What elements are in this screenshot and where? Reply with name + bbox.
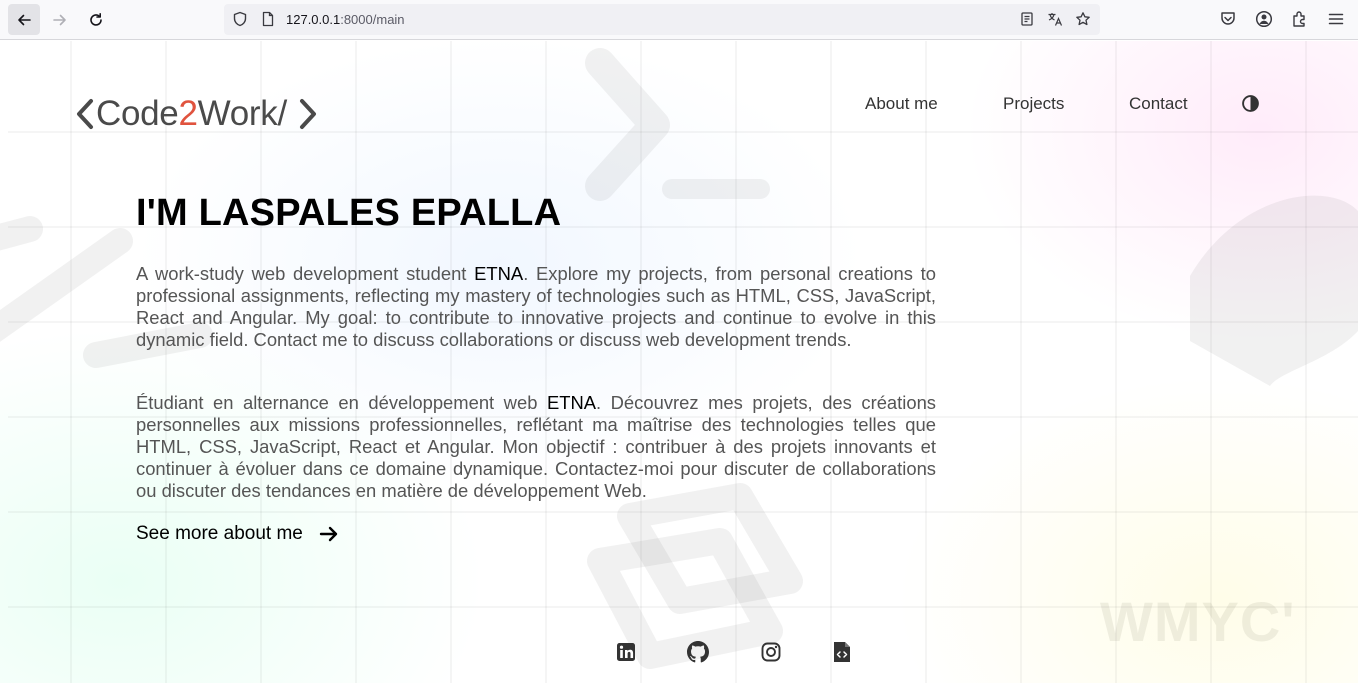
intro-paragraph-fr: Étudiant en alternance en développement …	[136, 392, 936, 501]
translate-icon[interactable]	[1047, 11, 1063, 27]
arrow-left-icon	[18, 14, 31, 25]
github-icon	[687, 641, 709, 663]
theme-toggle-icon[interactable]	[1241, 94, 1260, 113]
background-decoration	[0, 48, 1358, 669]
forward-button[interactable]	[44, 4, 76, 35]
nav-projects[interactable]: Projects	[1003, 94, 1064, 114]
logo-text-work: Work/	[197, 94, 288, 133]
site-logo[interactable]: Code 2 Work/	[74, 93, 319, 135]
page-icon[interactable]	[260, 11, 276, 27]
etna-highlight: ETNA	[474, 263, 524, 284]
reader-view-icon[interactable]	[1019, 11, 1035, 27]
arrow-right-icon	[53, 14, 66, 25]
linkedin-link[interactable]	[615, 641, 637, 663]
resume-link[interactable]	[831, 641, 853, 663]
watermark-text: WMYC'	[1100, 590, 1296, 653]
reload-button[interactable]	[80, 4, 112, 35]
menu-icon[interactable]	[1327, 10, 1345, 28]
intro-paragraph-en: A work-study web development student ETN…	[136, 263, 936, 350]
linkedin-icon	[617, 643, 635, 661]
bookmark-star-icon[interactable]	[1075, 11, 1091, 27]
reload-icon	[90, 12, 102, 26]
see-more-about-me-link[interactable]: See more about me	[136, 523, 339, 545]
back-button[interactable]	[8, 4, 40, 35]
pocket-icon[interactable]	[1219, 10, 1237, 28]
instagram-icon	[761, 642, 781, 662]
extensions-icon[interactable]	[1291, 10, 1309, 28]
address-bar[interactable]: 127.0.0.1:8000/main	[224, 4, 1100, 35]
logo-text-code: Code	[96, 94, 179, 133]
nav-contact[interactable]: Contact	[1129, 94, 1188, 114]
nav-about-me[interactable]: About me	[865, 94, 938, 114]
github-link[interactable]	[687, 641, 709, 663]
browser-toolbar: 127.0.0.1:8000/main	[0, 0, 1358, 40]
page-content: Code 2 Work/ About me Projects Contact I'M…	[0, 41, 1358, 683]
arrow-right-icon	[319, 526, 338, 542]
url-text[interactable]: 127.0.0.1:8000/main	[286, 12, 405, 27]
chevron-left-icon	[77, 99, 93, 129]
database-deco	[1190, 195, 1358, 386]
shield-icon[interactable]	[232, 11, 248, 27]
hero-title: I'M LASPALES EPALLA	[136, 192, 562, 234]
account-icon[interactable]	[1255, 10, 1273, 28]
logo-text-two: 2	[178, 94, 198, 133]
see-more-label: See more about me	[136, 523, 303, 544]
resume-code-icon	[834, 642, 850, 662]
etna-highlight: ETNA	[546, 392, 597, 413]
chevron-right-icon	[299, 99, 316, 129]
instagram-link[interactable]	[760, 641, 782, 663]
